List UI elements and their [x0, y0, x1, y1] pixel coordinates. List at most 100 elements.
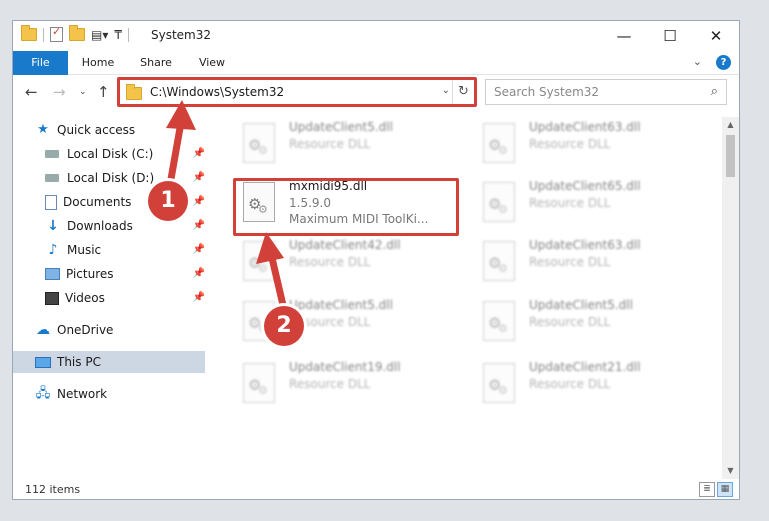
star-icon: ★: [37, 122, 49, 137]
pin-icon[interactable]: 📌: [193, 167, 205, 189]
scroll-down-icon[interactable]: ▼: [722, 463, 739, 479]
back-arrow-icon[interactable]: ←: [25, 83, 38, 101]
forward-arrow-icon[interactable]: →: [53, 83, 66, 101]
sidebar-item-label: Music: [67, 243, 102, 257]
address-bar[interactable]: C:\Windows\System32 ⌄ ↻: [119, 79, 475, 105]
pin-icon[interactable]: 📌: [193, 143, 205, 165]
pin-icon[interactable]: 📌: [193, 239, 205, 261]
file-item[interactable]: UpdateClient19.dll Resource DLL: [233, 357, 453, 411]
refresh-icon[interactable]: ↻: [452, 80, 474, 104]
toolbar-divider: [128, 27, 130, 42]
pin-icon[interactable]: 📌: [193, 215, 205, 237]
dll-file-icon: [483, 123, 515, 163]
folder-icon[interactable]: [21, 25, 37, 41]
address-dropdown-icon[interactable]: ⌄: [442, 85, 450, 96]
file-type: Resource DLL: [529, 137, 611, 151]
minimize-button[interactable]: —: [601, 21, 647, 51]
dll-file-icon: [483, 363, 515, 403]
file-type: Resource DLL: [289, 255, 371, 269]
pin-icon[interactable]: 📌: [193, 191, 205, 213]
help-icon[interactable]: ?: [716, 55, 731, 70]
search-icon[interactable]: ⌕: [711, 84, 718, 99]
file-type: Resource DLL: [529, 255, 611, 269]
search-input[interactable]: Search System32: [494, 85, 599, 99]
maximize-button[interactable]: ☐: [647, 21, 693, 51]
pin-icon[interactable]: 📌: [193, 263, 205, 285]
tab-share[interactable]: Share: [133, 51, 179, 75]
file-item[interactable]: UpdateClient5.dll Resource DLL: [233, 117, 453, 171]
file-name: UpdateClient65.dll: [529, 179, 641, 193]
sidebar-item-this-pc[interactable]: This PC: [13, 351, 205, 373]
sidebar-item-local-disk-c[interactable]: Local Disk (C:) 📌: [45, 143, 205, 165]
sidebar-item-quick-access[interactable]: ★ Quick access: [35, 119, 205, 141]
sidebar-item-videos[interactable]: Videos 📌: [45, 287, 205, 309]
file-item[interactable]: UpdateClient63.dll Resource DLL: [473, 117, 693, 171]
sidebar-item-label: Pictures: [66, 267, 114, 281]
ribbon-tabs: File Home Share View ⌄ ?: [13, 51, 739, 75]
quick-access-toolbar: ▤▾ ₸: [21, 25, 130, 42]
dll-file-icon: [483, 241, 515, 281]
chevron-down-icon[interactable]: ⌄: [693, 55, 702, 70]
item-count: 112 items: [25, 483, 81, 496]
customize-toolbar-icon[interactable]: ▤▾: [91, 28, 108, 42]
file-name: UpdateClient42.dll: [289, 238, 401, 252]
drive-icon: [45, 174, 59, 182]
tiles-view-icon[interactable]: ▦: [717, 482, 733, 497]
sidebar-item-downloads[interactable]: ↓ Downloads 📌: [45, 215, 205, 237]
sidebar-item-label: This PC: [57, 355, 101, 369]
window-title: System32: [151, 28, 212, 42]
file-type: Resource DLL: [289, 137, 371, 151]
new-folder-icon[interactable]: [69, 25, 85, 41]
file-item[interactable]: UpdateClient5.dll Resource DLL: [473, 295, 693, 349]
status-bar: 112 items ≣ ▦: [13, 479, 739, 499]
sidebar-item-network[interactable]: 🖧 Network: [35, 383, 205, 405]
network-icon: 🖧: [35, 386, 51, 401]
file-type: Resource DLL: [529, 377, 611, 391]
onedrive-icon: ☁: [36, 322, 50, 338]
dll-file-icon: [243, 241, 275, 281]
explorer-window: ▤▾ ₸ System32 — ☐ ✕ File Home Share View…: [12, 20, 740, 500]
properties-icon[interactable]: [50, 25, 63, 42]
documents-icon: [45, 194, 57, 210]
videos-icon: [45, 291, 59, 305]
tab-file[interactable]: File: [13, 51, 68, 75]
file-highlight-box: [233, 178, 459, 236]
sidebar-item-label: Network: [57, 387, 108, 401]
close-button[interactable]: ✕: [693, 21, 739, 51]
downloads-icon: ↓: [47, 218, 59, 234]
file-item[interactable]: UpdateClient42.dll Resource DLL: [233, 235, 453, 289]
scrollbar-thumb[interactable]: [726, 135, 735, 177]
file-type: Resource DLL: [289, 377, 371, 391]
ribbon-right-controls: ⌄ ?: [693, 55, 731, 70]
file-item[interactable]: UpdateClient63.dll Resource DLL: [473, 235, 693, 289]
up-arrow-icon[interactable]: ↑: [97, 83, 110, 101]
toolbar-dropdown-icon[interactable]: ₸: [114, 28, 122, 42]
sidebar-item-label: Local Disk (D:): [67, 171, 155, 185]
scroll-up-icon[interactable]: ▲: [722, 117, 739, 133]
pin-icon[interactable]: 📌: [193, 287, 205, 309]
sidebar-item-label: Downloads: [67, 219, 133, 233]
vertical-scrollbar[interactable]: ▲ ▼: [722, 117, 739, 479]
file-list: UpdateClient5.dll Resource DLL UpdateCli…: [223, 117, 723, 467]
step-2-badge: 2: [264, 306, 304, 346]
file-item[interactable]: UpdateClient65.dll Resource DLL: [473, 176, 693, 230]
tab-home[interactable]: Home: [73, 51, 123, 75]
file-name: UpdateClient5.dll: [529, 298, 633, 312]
music-icon: ♪: [48, 242, 58, 258]
tab-view[interactable]: View: [189, 51, 235, 75]
address-path[interactable]: C:\Windows\System32: [150, 85, 284, 99]
step-1-badge: 1: [148, 181, 188, 221]
file-name: UpdateClient63.dll: [529, 120, 641, 134]
details-view-icon[interactable]: ≣: [699, 482, 715, 497]
recent-locations-icon[interactable]: ⌄: [79, 87, 87, 97]
dll-file-icon: [243, 363, 275, 403]
file-item[interactable]: UpdateClient21.dll Resource DLL: [473, 357, 693, 411]
sidebar-item-label: OneDrive: [57, 323, 114, 337]
sidebar-item-onedrive[interactable]: ☁ OneDrive: [35, 319, 205, 341]
dll-file-icon: [243, 123, 275, 163]
sidebar-item-pictures[interactable]: Pictures 📌: [45, 263, 205, 285]
sidebar-item-music[interactable]: ♪ Music 📌: [45, 239, 205, 261]
search-box[interactable]: Search System32 ⌕: [485, 79, 727, 105]
view-switcher: ≣ ▦: [699, 482, 733, 497]
dll-file-icon: [483, 301, 515, 341]
